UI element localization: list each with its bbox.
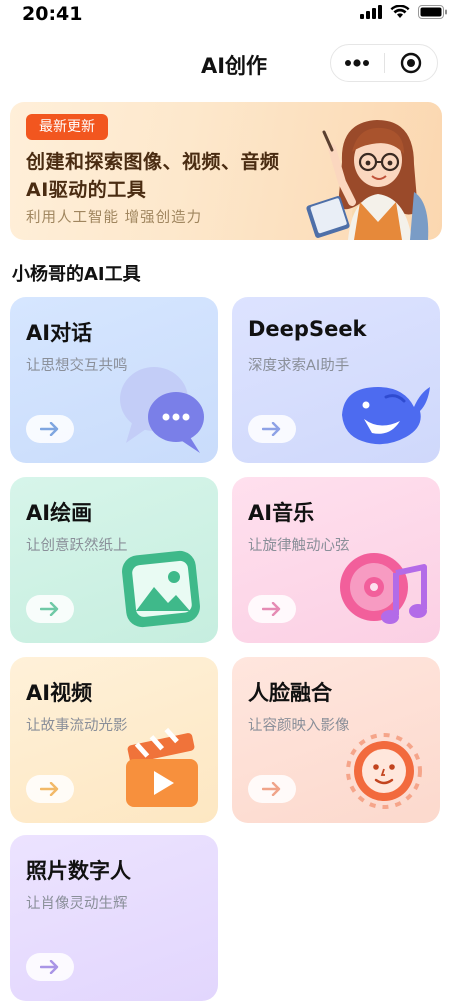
tool-title: AI对话: [26, 321, 93, 345]
status-icons: [360, 5, 448, 19]
tool-card-face-fusion[interactable]: 人脸融合 让容颜映入影像: [232, 657, 440, 823]
tool-title: 照片数字人: [26, 859, 131, 883]
update-badge: 最新更新: [26, 114, 108, 140]
arrow-right-icon: [40, 602, 59, 616]
teacher-girl-illustration: [306, 120, 429, 240]
tool-title: AI视频: [26, 681, 93, 705]
tool-title: 人脸融合: [248, 681, 332, 705]
banner-headline-line2: AI驱动的工具: [26, 179, 147, 201]
tool-card-deepseek[interactable]: DeepSeek 深度求索AI助手: [232, 297, 440, 463]
enter-arrow-button[interactable]: [248, 415, 296, 443]
wifi-icon: [390, 5, 410, 18]
nav-bar: AI创作: [0, 40, 468, 90]
tool-card-ai-chat[interactable]: AI对话 让思想交互共鸣: [10, 297, 218, 463]
tool-card-ai-painting[interactable]: AI绘画 让创意跃然纸上: [10, 477, 218, 643]
image-picture-icon: [122, 550, 200, 628]
status-time: 20:41: [22, 3, 83, 25]
banner-subtitle: 利用人工智能 增强创造力: [26, 210, 203, 226]
tool-subtitle: 让肖像灵动生辉: [26, 896, 128, 912]
arrow-right-icon: [40, 960, 59, 974]
enter-arrow-button[interactable]: [26, 415, 74, 443]
more-button[interactable]: [331, 45, 384, 81]
arrow-right-icon: [262, 782, 281, 796]
arrow-right-icon: [40, 422, 59, 436]
battery-icon: [418, 5, 447, 19]
tool-card-ai-music[interactable]: AI音乐 让旋律触动心弦: [232, 477, 440, 643]
section-title: 小杨哥的AI工具: [12, 264, 141, 285]
signal-icon: [360, 5, 382, 19]
close-button[interactable]: [385, 45, 438, 81]
chat-bubbles-icon: [120, 367, 204, 453]
target-close-icon: [400, 52, 421, 74]
face-icon: [346, 733, 422, 809]
music-disc-icon: [340, 553, 427, 624]
clapperboard-play-icon: [126, 727, 198, 807]
promo-banner[interactable]: 最新更新 创建和探索图像、视频、音频 AI驱动的工具 利用人工智能 增强创造力: [10, 102, 442, 240]
more-dots-icon: [345, 59, 370, 67]
enter-arrow-button[interactable]: [26, 953, 74, 981]
status-bar: 20:41: [0, 0, 468, 28]
arrow-right-icon: [40, 782, 59, 796]
tool-card-photo-digital-human[interactable]: 照片数字人 让肖像灵动生辉: [10, 835, 218, 1001]
mini-program-capsule: [330, 44, 438, 82]
arrow-right-icon: [262, 602, 281, 616]
banner-headline-line1: 创建和探索图像、视频、音频: [26, 151, 280, 173]
enter-arrow-button[interactable]: [248, 595, 296, 623]
enter-arrow-button[interactable]: [26, 775, 74, 803]
arrow-right-icon: [262, 422, 281, 436]
tool-title: AI音乐: [248, 501, 315, 525]
tool-title: DeepSeek: [248, 317, 367, 341]
banner-headline: 创建和探索图像、视频、音频 AI驱动的工具: [26, 148, 280, 204]
enter-arrow-button[interactable]: [248, 775, 296, 803]
tool-title: AI绘画: [26, 501, 93, 525]
tool-card-ai-video[interactable]: AI视频 让故事流动光影: [10, 657, 218, 823]
whale-icon: [342, 387, 430, 445]
enter-arrow-button[interactable]: [26, 595, 74, 623]
